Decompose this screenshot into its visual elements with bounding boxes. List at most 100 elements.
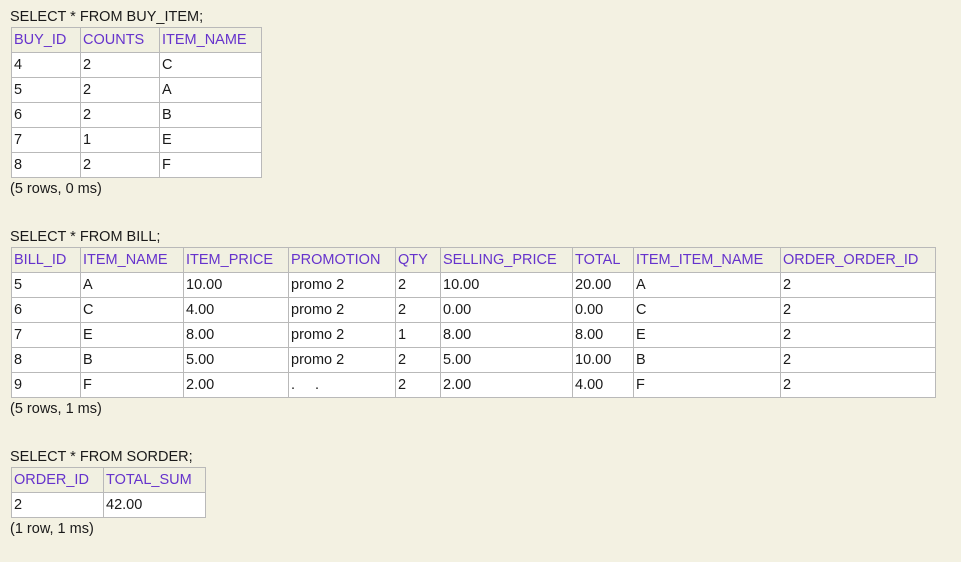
column-header[interactable]: ORDER_ORDER_ID [780, 247, 936, 273]
table-cell: 7 [11, 322, 81, 348]
table-cell: 42.00 [103, 492, 206, 518]
table-cell: 4.00 [572, 372, 634, 398]
result-table-sorder: ORDER_ID TOTAL_SUM 2 42.00 [11, 467, 206, 518]
table-cell: 8.00 [440, 322, 573, 348]
table-cell: 5 [11, 77, 81, 103]
table-cell: 2 [395, 372, 441, 398]
table-cell: 10.00 [183, 272, 289, 298]
column-header[interactable]: COUNTS [80, 27, 160, 53]
table-cell: A [159, 77, 262, 103]
table-cell: 5.00 [183, 347, 289, 373]
table-cell: F [633, 372, 781, 398]
table-cell: 5 [11, 272, 81, 298]
table-cell: 5.00 [440, 347, 573, 373]
column-header[interactable]: PROMOTION [288, 247, 396, 273]
table-row: 7 1 E [11, 127, 262, 153]
table-cell: 8 [11, 347, 81, 373]
table-cell: 2 [80, 52, 160, 78]
table-cell: C [633, 297, 781, 323]
table-row: 8 B 5.00 promo 2 2 5.00 10.00 B 2 [11, 347, 936, 373]
table-row: 2 42.00 [11, 492, 206, 518]
table-cell: 4.00 [183, 297, 289, 323]
table-cell: 7 [11, 127, 81, 153]
table-cell: 10.00 [440, 272, 573, 298]
table-row: 5 A 10.00 promo 2 2 10.00 20.00 A 2 [11, 272, 936, 298]
column-header[interactable]: SELLING_PRICE [440, 247, 573, 273]
table-cell: 9 [11, 372, 81, 398]
table-row: 8 2 F [11, 152, 262, 178]
table-row: 7 E 8.00 promo 2 1 8.00 8.00 E 2 [11, 322, 936, 348]
column-header[interactable]: ORDER_ID [11, 467, 104, 493]
table-row: 4 2 C [11, 52, 262, 78]
column-header[interactable]: ITEM_NAME [80, 247, 184, 273]
table-cell: 1 [395, 322, 441, 348]
table-cell: promo 2 [288, 322, 396, 348]
table-cell: 2 [11, 492, 104, 518]
query-block-bill: SELECT * FROM BILL; BILL_ID ITEM_NAME IT… [10, 228, 936, 418]
table-cell: E [633, 322, 781, 348]
column-header[interactable]: ITEM_ITEM_NAME [633, 247, 781, 273]
table-row: 6 C 4.00 promo 2 2 0.00 0.00 C 2 [11, 297, 936, 323]
table-cell: promo 2 [288, 347, 396, 373]
table-cell: 6 [11, 297, 81, 323]
table-cell: 2 [80, 152, 160, 178]
table-cell: 2 [395, 347, 441, 373]
header-row: ORDER_ID TOTAL_SUM [11, 467, 206, 493]
result-table-buy-item: BUY_ID COUNTS ITEM_NAME 4 2 C 5 2 A 6 2 … [11, 27, 262, 178]
table-cell: 0.00 [440, 297, 573, 323]
table-cell: A [633, 272, 781, 298]
column-header[interactable]: ITEM_NAME [159, 27, 262, 53]
column-header[interactable]: ITEM_PRICE [183, 247, 289, 273]
table-cell: E [159, 127, 262, 153]
table-cell: C [80, 297, 184, 323]
table-cell: 8.00 [183, 322, 289, 348]
column-header[interactable]: QTY [395, 247, 441, 273]
header-row: BILL_ID ITEM_NAME ITEM_PRICE PROMOTION Q… [11, 247, 936, 273]
table-cell: 2 [395, 297, 441, 323]
table-cell: promo 2 [288, 272, 396, 298]
table-cell: F [80, 372, 184, 398]
table-cell: 10.00 [572, 347, 634, 373]
table-cell: 2 [80, 102, 160, 128]
result-stats: (1 row, 1 ms) [10, 521, 94, 537]
query-block-sorder: SELECT * FROM SORDER; ORDER_ID TOTAL_SUM… [10, 448, 206, 538]
table-cell: 2 [780, 347, 936, 373]
table-cell: B [159, 102, 262, 128]
query-results-page: SELECT * FROM BUY_ITEM; BUY_ID COUNTS IT… [0, 0, 961, 562]
table-cell: F [159, 152, 262, 178]
table-cell: 0.00 [572, 297, 634, 323]
table-cell: promo 2 [288, 297, 396, 323]
table-cell: A [80, 272, 184, 298]
table-cell: B [80, 347, 184, 373]
table-cell: 2.00 [183, 372, 289, 398]
sql-statement: SELECT * FROM BUY_ITEM; [10, 9, 204, 25]
table-cell: E [80, 322, 184, 348]
table-cell: 2 [395, 272, 441, 298]
table-cell: 8 [11, 152, 81, 178]
table-cell: 6 [11, 102, 81, 128]
table-cell: . . [288, 372, 396, 398]
column-header[interactable]: BUY_ID [11, 27, 81, 53]
result-stats: (5 rows, 1 ms) [10, 401, 102, 417]
table-cell: 2 [780, 372, 936, 398]
table-cell: 20.00 [572, 272, 634, 298]
table-cell: 8.00 [572, 322, 634, 348]
table-cell: 2 [780, 297, 936, 323]
table-row: 6 2 B [11, 102, 262, 128]
query-block-buy-item: SELECT * FROM BUY_ITEM; BUY_ID COUNTS IT… [10, 8, 262, 198]
result-table-bill: BILL_ID ITEM_NAME ITEM_PRICE PROMOTION Q… [11, 247, 936, 398]
table-cell: 4 [11, 52, 81, 78]
result-stats: (5 rows, 0 ms) [10, 181, 102, 197]
column-header[interactable]: TOTAL_SUM [103, 467, 206, 493]
table-cell: 1 [80, 127, 160, 153]
header-row: BUY_ID COUNTS ITEM_NAME [11, 27, 262, 53]
table-cell: 2 [80, 77, 160, 103]
column-header[interactable]: TOTAL [572, 247, 634, 273]
table-row: 9 F 2.00 . . 2 2.00 4.00 F 2 [11, 372, 936, 398]
column-header[interactable]: BILL_ID [11, 247, 81, 273]
table-row: 5 2 A [11, 77, 262, 103]
sql-statement: SELECT * FROM BILL; [10, 229, 161, 245]
table-cell: 2.00 [440, 372, 573, 398]
table-cell: 2 [780, 322, 936, 348]
table-cell: C [159, 52, 262, 78]
